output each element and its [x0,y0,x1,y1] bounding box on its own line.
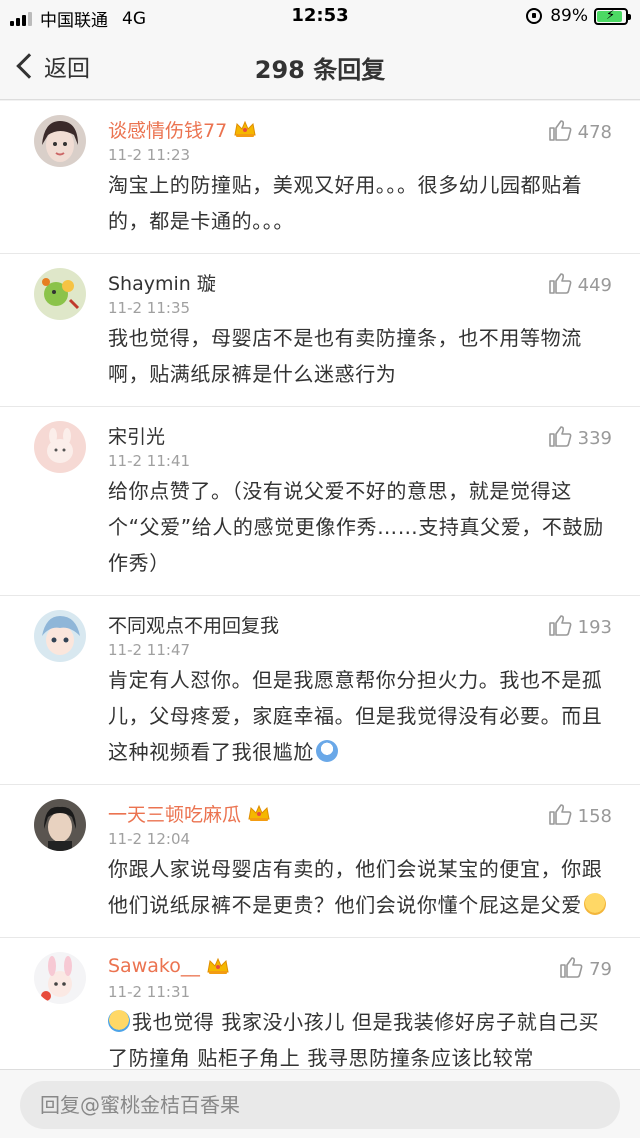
thumbs-up-icon [559,956,589,983]
screen: 中国联通 4G 12:53 89% ⚡ 返回 298 条回复 谈感情伤钱77 47… [0,0,640,1138]
thumbs-up-icon [548,119,578,146]
like-count: 158 [577,806,612,827]
comment-time: 11-2 11:23 [108,146,191,164]
avatar[interactable] [34,952,86,1004]
comment-item[interactable]: 一天三顿吃麻瓜 158 11-2 12:04 你跟人家说母婴店有卖的，他们会说某宝的便… [0,785,640,938]
reply-bar: 回复@蜜桃金桔百香果 [0,1069,640,1138]
comment-time: 11-2 11:47 [108,641,191,659]
reply-input[interactable]: 回复@蜜桃金桔百香果 [20,1081,620,1129]
comment-text-block: 我也觉得 我家没小孩儿 但是我装修好房子就自己买了防撞角 贴柜子角上 我寻思防撞… [108,1004,614,1069]
battery-icon: ⚡ [594,7,631,25]
comment-text: 我也觉得 我家没小孩儿 但是我装修好房子就自己买了防撞角 贴柜子角上 我寻思防撞… [108,1010,600,1069]
comment-item[interactable]: 宋引光 339 11-2 11:41 给你点赞了。（没有说父爱不好的意思，就是觉得这个… [0,407,640,596]
comment-text-block: 淘宝上的防撞贴，美观又好用。。。很多幼儿园都贴着的，都是卡通的。。。 [108,167,614,253]
like-count: 478 [577,122,612,143]
comment-text: 你跟人家说母婴店有卖的，他们会说某宝的便宜，你跟他们说纸尿裤不是更贵？他们会说你… [108,857,603,917]
thumbs-up-icon [548,272,578,299]
comment-text-block: 肯定有人怼你。但是我愿意帮你分担火力。我也不是孤儿，父母疼爱，家庭幸福。但是我觉… [108,662,614,784]
avatar[interactable] [34,115,86,167]
crown-icon [233,119,257,139]
username-row: 谈感情伤钱77 [108,101,614,143]
like-count: 79 [589,959,612,980]
status-bar: 中国联通 4G 12:53 89% ⚡ [0,0,640,34]
comment-text-block: 你跟人家说母婴店有卖的，他们会说某宝的便宜，你跟他们说纸尿裤不是更贵？他们会说你… [108,851,614,937]
comment-item[interactable]: 不同观点不用回复我 193 11-2 11:47 肯定有人怼你。但是我愿意帮你分担火力… [0,596,640,785]
awkward-emoji-icon [316,740,338,762]
comment-time: 11-2 11:31 [108,983,191,1001]
comment-list[interactable]: 谈感情伤钱77 478 11-2 11:23 淘宝上的防撞贴，美观又好用。。。很多幼儿… [0,101,640,1069]
like-button[interactable]: 478 [548,119,612,146]
like-count: 449 [577,275,612,296]
comment-text: 给你点赞了。（没有说父爱不好的意思，就是觉得这个“父爱”给人的感觉更像作秀……支… [108,479,604,575]
username-row: Shaymin 璇 [108,254,614,296]
comment-item[interactable]: Shaymin 璇 449 11-2 11:35 我也觉得，母婴店不是也有卖防撞条，也… [0,254,640,407]
blush-emoji-icon [583,893,606,915]
comment-text: 我也觉得，母婴店不是也有卖防撞条，也不用等物流啊，贴满纸尿裤是什么迷惑行为 [108,326,582,386]
thumbs-up-icon [548,803,578,830]
username[interactable]: Shaymin 璇 [108,269,216,296]
like-count: 193 [577,617,612,638]
avatar[interactable] [34,421,86,473]
username-row: 一天三顿吃麻瓜 [108,785,614,827]
like-button[interactable]: 193 [548,614,612,641]
username[interactable]: 一天三顿吃麻瓜 [108,800,241,827]
like-button[interactable]: 449 [548,272,612,299]
nav-bar: 返回 298 条回复 [0,34,640,100]
battery-percent: 89% [550,6,588,26]
comment-item[interactable]: Sawako__ 79 11-2 11:31 我也觉得 我家没小孩儿 但是我装修好房子… [0,938,640,1069]
avatar[interactable] [34,268,86,320]
like-button[interactable]: 158 [548,803,612,830]
like-button[interactable]: 339 [548,425,612,452]
like-count: 339 [577,428,612,449]
username-row: Sawako__ [108,938,614,980]
avatar[interactable] [34,799,86,851]
crown-icon [206,956,230,976]
rotation-lock-icon [526,8,543,24]
comment-item[interactable]: 谈感情伤钱77 478 11-2 11:23 淘宝上的防撞贴，美观又好用。。。很多幼儿… [0,101,640,254]
thumbs-up-icon [548,425,578,452]
comment-time: 11-2 11:35 [108,299,191,317]
like-button[interactable]: 79 [559,956,612,983]
username[interactable]: 宋引光 [108,422,165,449]
username[interactable]: Sawako__ [108,955,200,977]
username-row: 宋引光 [108,407,614,449]
crown-icon [247,803,271,823]
comment-time: 11-2 11:41 [108,452,191,470]
comment-time: 11-2 12:04 [108,830,191,848]
page-title: 298 条回复 [254,56,386,84]
comment-text-block: 给你点赞了。（没有说父爱不好的意思，就是觉得这个“父爱”给人的感觉更像作秀……支… [108,473,614,595]
charging-bolt-icon: ⚡ [606,7,616,23]
username-row: 不同观点不用回复我 [108,596,614,638]
comment-text: 淘宝上的防撞贴，美观又好用。。。很多幼儿园都贴着的，都是卡通的。。。 [108,173,583,233]
username[interactable]: 不同观点不用回复我 [108,611,279,638]
comment-text-block: 我也觉得，母婴店不是也有卖防撞条，也不用等物流啊，贴满纸尿裤是什么迷惑行为 [108,320,614,406]
thumbs-up-icon [548,614,578,641]
comment-text: 肯定有人怼你。但是我愿意帮你分担火力。我也不是孤儿，父母疼爱，家庭幸福。但是我觉… [108,668,603,764]
username[interactable]: 谈感情伤钱77 [108,116,227,143]
avatar[interactable] [34,610,86,662]
laugh-cry-emoji-icon [108,1010,130,1032]
status-right: 89% ⚡ [526,6,631,26]
